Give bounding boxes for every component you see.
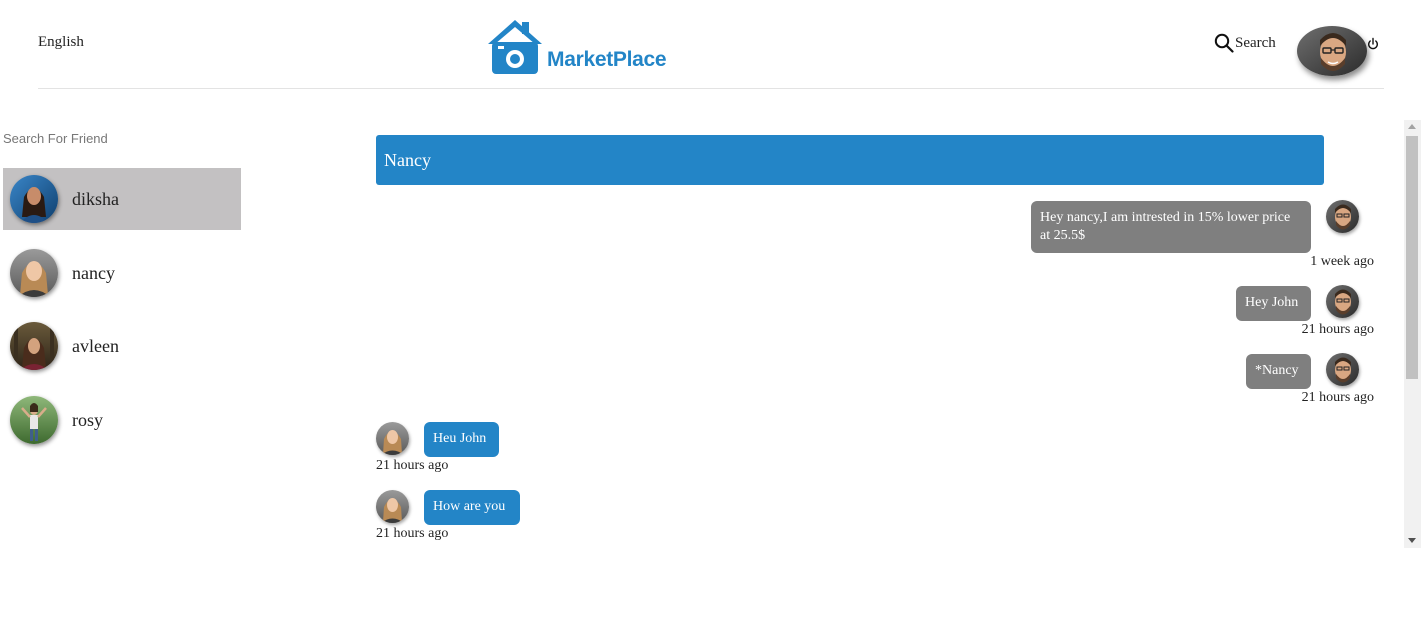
scroll-down-arrow-icon[interactable]: [1408, 538, 1416, 543]
house-camera-icon: [488, 20, 542, 74]
friend-name: rosy: [72, 409, 103, 430]
chat-header: Nancy: [376, 135, 1324, 185]
search-icon: [1214, 33, 1234, 53]
friend-avatar: [10, 322, 58, 370]
logo-text: MarketPlace: [547, 48, 667, 71]
sender-avatar: [1326, 353, 1359, 386]
scrollbar-thumb[interactable]: [1406, 136, 1418, 379]
search-label: Search: [1235, 34, 1276, 51]
language-selector[interactable]: English: [38, 34, 84, 51]
friend-item-nancy[interactable]: nancy: [3, 242, 241, 304]
sender-avatar: [1326, 285, 1359, 318]
sent-message-bubble: Hey nancy,I am intrested in 15% lower pr…: [1031, 201, 1311, 253]
friend-name: nancy: [72, 262, 115, 283]
friend-message-avatar: [376, 422, 409, 455]
friend-item-avleen[interactable]: avleen: [3, 315, 241, 377]
received-message-bubble: How are you: [424, 490, 520, 525]
friend-item-rosy[interactable]: rosy: [3, 389, 241, 451]
user-avatar[interactable]: [1297, 26, 1367, 76]
chat-title: Nancy: [384, 150, 431, 170]
friend-avatar: [10, 249, 58, 297]
sent-message-bubble: *Nancy: [1246, 354, 1311, 389]
user-avatar-image: [1297, 26, 1367, 76]
power-icon: [1368, 37, 1378, 50]
friend-search-input[interactable]: [3, 129, 233, 147]
friend-avatar: [10, 396, 58, 444]
header-divider: [38, 88, 1384, 89]
friend-item-diksha[interactable]: diksha: [3, 168, 241, 230]
received-message-bubble: Heu John: [424, 422, 499, 457]
sent-message-bubble: Hey John: [1236, 286, 1311, 321]
friend-name: avleen: [72, 335, 119, 356]
top-header: English MarketPlace Search: [0, 0, 1428, 89]
message-time: 1 week ago: [1310, 254, 1374, 269]
friend-name: diksha: [72, 188, 119, 209]
sender-avatar: [1326, 200, 1359, 233]
power-button[interactable]: [1367, 37, 1379, 56]
scroll-up-arrow-icon[interactable]: [1408, 124, 1416, 129]
message-time: 21 hours ago: [376, 526, 449, 541]
marketplace-logo[interactable]: MarketPlace: [486, 18, 667, 74]
search-button[interactable]: Search: [1214, 33, 1276, 53]
friend-avatar: [10, 175, 58, 223]
friend-message-avatar: [376, 490, 409, 523]
message-time: 21 hours ago: [1301, 322, 1374, 337]
message-time: 21 hours ago: [376, 458, 449, 473]
message-time: 21 hours ago: [1301, 390, 1374, 405]
chat-scrollbar[interactable]: [1404, 120, 1421, 548]
